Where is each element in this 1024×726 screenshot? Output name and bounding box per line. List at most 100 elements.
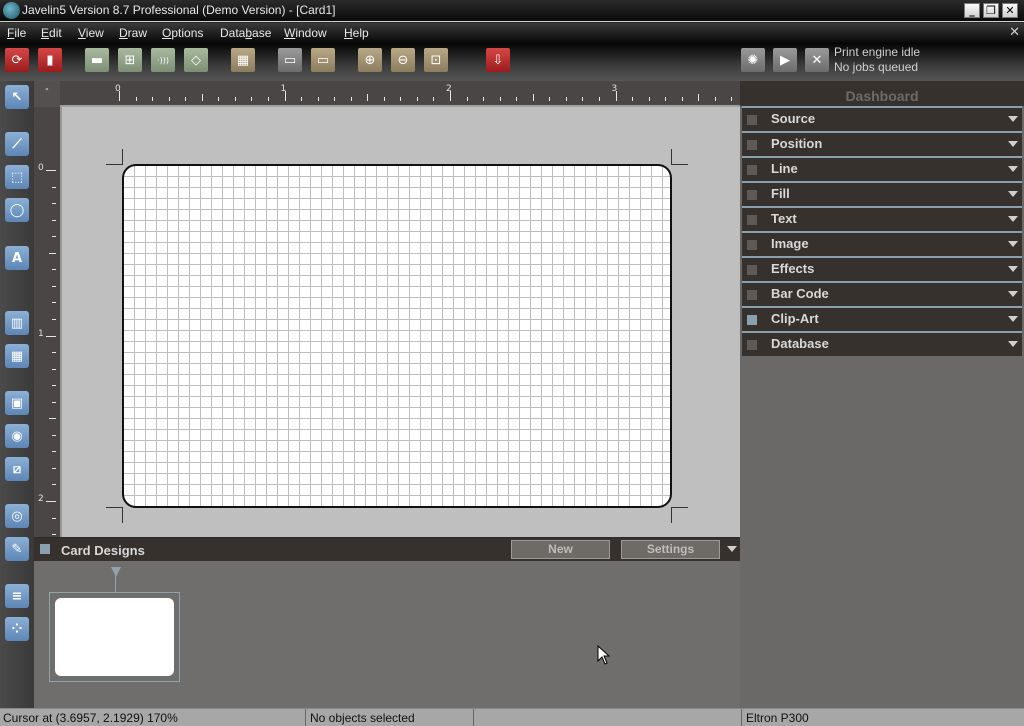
chevron-down-icon[interactable] (1008, 291, 1018, 297)
image-tool-button[interactable]: ▣ (5, 391, 29, 415)
card-designs-title: Card Designs (61, 543, 145, 558)
zoom-out-button[interactable]: ⊖ (391, 48, 415, 72)
design-thumbnail-frame[interactable] (49, 592, 180, 682)
print-cancel-icon: ✕ (811, 52, 823, 68)
2d-barcode-tool-button[interactable]: ▦ (5, 344, 29, 368)
close-button[interactable]: ✕ (1002, 3, 1018, 18)
ruler-tick (52, 517, 56, 519)
ruler-tick (49, 418, 56, 420)
print-cancel-button[interactable]: ✕ (805, 48, 829, 72)
ruler-tick (516, 97, 518, 101)
settings-button[interactable]: Settings (621, 540, 720, 559)
chevron-down-icon[interactable] (1008, 216, 1018, 222)
menu-options[interactable]: Options (162, 26, 203, 40)
cursor-position: Cursor at (3.6957, 2.1929) 170% (3, 711, 178, 725)
fingerprint-tool-button[interactable]: ◎ (5, 504, 29, 528)
ruler-tick (52, 451, 56, 453)
chevron-down-icon[interactable] (727, 546, 737, 552)
zoom-in-button[interactable]: ⊕ (358, 48, 382, 72)
zoom-fit-button[interactable]: ⊡ (424, 48, 448, 72)
smartchip-button[interactable]: ⊞ (118, 48, 142, 72)
refresh-button[interactable]: ⟳ (5, 48, 29, 72)
card-designs-panel (34, 561, 740, 708)
section-label: Line (771, 161, 798, 176)
contactless-button[interactable]: ·))) (151, 48, 175, 72)
ruler-tick (152, 97, 154, 101)
hologram-button[interactable]: ◇ (184, 48, 208, 72)
chevron-down-icon[interactable] (1008, 266, 1018, 272)
ruler-corner[interactable]: " (34, 81, 60, 107)
ruler-tick (350, 97, 352, 101)
menu-draw[interactable]: Draw (119, 26, 147, 40)
barcode-tool-button[interactable]: ▥ (5, 311, 29, 335)
contactless-icon: ·))) (157, 55, 169, 65)
signature-tool-button[interactable]: ✎ (5, 537, 29, 561)
ruler-tick (499, 97, 501, 101)
print-start-button[interactable]: ▶ (773, 48, 797, 72)
crop-mark (106, 164, 122, 165)
divider (473, 709, 474, 726)
ruler-tick (632, 97, 634, 101)
line-tool-button[interactable]: ⟋ (5, 132, 29, 156)
dashboard-section-fill[interactable]: Fill (742, 181, 1022, 206)
ruler-tick (433, 97, 435, 101)
panel-toggle-icon[interactable] (40, 544, 50, 554)
ruler-label: 1 (280, 84, 287, 94)
smartcard-tool-button[interactable]: ⁘ (5, 617, 29, 641)
smartcard-tool-icon: ⁘ (11, 621, 23, 637)
restore-button[interactable]: ❐ (983, 3, 999, 18)
dashboard-section-effects[interactable]: Effects (742, 256, 1022, 281)
dashboard-section-text[interactable]: Text (742, 206, 1022, 231)
chevron-down-icon[interactable] (1008, 191, 1018, 197)
card-design-surface[interactable] (122, 164, 672, 508)
printer-name: Eltron P300 (746, 711, 809, 725)
camera-tool-button[interactable]: ◉ (5, 424, 29, 448)
card-flip-icon: ▭ (316, 52, 330, 68)
print-button[interactable]: ⇩ (486, 48, 510, 72)
card-flip-button[interactable]: ▭ (311, 48, 335, 72)
ruler-tick (46, 170, 56, 171)
chevron-down-icon[interactable] (1008, 316, 1018, 322)
grid-button[interactable]: ▦ (231, 48, 255, 72)
ruler-tick (648, 97, 650, 101)
card-front-button[interactable]: ▭ (278, 48, 302, 72)
chevron-down-icon[interactable] (1008, 341, 1018, 347)
ribbon-button[interactable]: ▮ (38, 48, 62, 72)
scanner-tool-button[interactable]: ⧄ (5, 457, 29, 481)
chevron-down-icon[interactable] (1008, 241, 1018, 247)
zoom-fit-icon: ⊡ (430, 52, 442, 68)
print-settings-button[interactable]: ✺ (741, 48, 765, 72)
chevron-down-icon[interactable] (1008, 116, 1018, 122)
ruler-tick (714, 97, 716, 101)
document-close-icon[interactable]: ✕ (1009, 25, 1020, 40)
menu-window[interactable]: Window (284, 26, 327, 40)
rectangle-tool-button[interactable]: ⬚ (5, 165, 29, 189)
new-design-button[interactable]: New (511, 540, 610, 559)
chevron-down-icon[interactable] (1008, 141, 1018, 147)
magstripe-tool-button[interactable]: ≡ (5, 584, 29, 608)
menu-view[interactable]: View (78, 26, 104, 40)
menu-database[interactable]: Database (220, 26, 271, 40)
minimize-button[interactable]: _ (964, 3, 980, 18)
design-canvas[interactable] (60, 107, 740, 537)
dashboard-section-position[interactable]: Position (742, 131, 1022, 156)
text-tool-button[interactable]: A (5, 246, 29, 270)
dashboard-section-database[interactable]: Database (742, 331, 1022, 356)
dashboard-section-bar-code[interactable]: Bar Code (742, 281, 1022, 306)
magstripe-button[interactable]: ▬ (85, 48, 109, 72)
section-label: Source (771, 111, 816, 126)
chevron-down-icon[interactable] (1008, 166, 1018, 172)
menu-edit[interactable]: Edit (41, 26, 62, 40)
design-thumbnail[interactable] (55, 598, 174, 676)
dashboard-section-clip-art[interactable]: Clip-Art (742, 306, 1022, 331)
select-tool-button[interactable]: ↖ (5, 85, 29, 109)
menu-help[interactable]: Help (344, 26, 369, 40)
dashboard-section-source[interactable]: Source (742, 106, 1022, 131)
dashboard-section-image[interactable]: Image (742, 231, 1022, 256)
ellipse-tool-button[interactable]: ◯ (5, 198, 29, 222)
drawing-toolbox: ↖ ⟋ ⬚ ◯ A ▥ ▦ ▣ ◉ ⧄ ◎ ✎ ≡ ⁘ (0, 81, 34, 708)
menu-file[interactable]: File (7, 26, 26, 40)
ruler-label: 0 (115, 84, 121, 94)
dashboard-section-line[interactable]: Line (742, 156, 1022, 181)
ruler-tick (698, 94, 700, 101)
